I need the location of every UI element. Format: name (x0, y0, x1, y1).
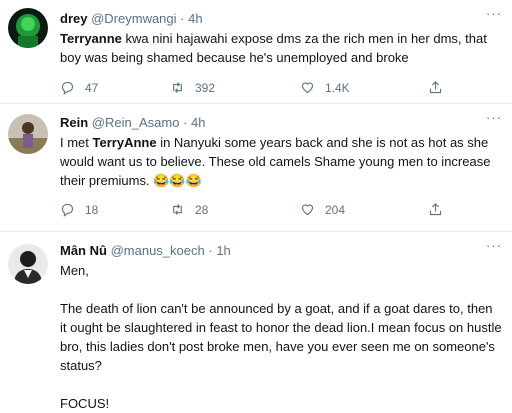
tweet-actions: 47 392 1.4K (60, 80, 460, 98)
user-handle[interactable]: @Dreymwangi (91, 11, 176, 26)
share-icon (429, 81, 442, 94)
tweet-text-line-3: FOCUS! (60, 396, 110, 411)
avatar[interactable] (8, 244, 48, 284)
tweet-actions: 18 28 204 (60, 202, 460, 220)
more-options-button[interactable]: ··· (486, 6, 502, 21)
share-button[interactable] (428, 80, 443, 100)
tweet-drey[interactable]: drey @Dreymwangi · 4h Terryanne kwa nini… (0, 0, 512, 104)
retweet-button[interactable]: 28 (170, 202, 208, 217)
separator: · (183, 115, 188, 130)
reply-icon (61, 81, 74, 95)
heart-icon (301, 82, 314, 94)
retweet-count: 28 (195, 202, 209, 217)
retweet-icon (173, 204, 182, 215)
tweet-header: Rein @Rein_Asamo · 4h (60, 114, 502, 131)
timestamp[interactable]: 4h (191, 115, 205, 130)
mention-terryanne: TerryAnne (92, 135, 157, 150)
tweet-text-line-1: Men, (60, 263, 89, 278)
display-name[interactable]: drey (60, 11, 87, 26)
share-button[interactable] (428, 202, 443, 222)
user-handle[interactable]: @Rein_Asamo (92, 115, 180, 130)
display-name[interactable]: Mân Nû (60, 243, 107, 258)
user-handle[interactable]: @manus_koech (111, 243, 205, 258)
like-button[interactable]: 1.4K (300, 80, 350, 95)
more-options-button[interactable]: ··· (486, 238, 502, 253)
like-button[interactable]: 204 (300, 202, 345, 217)
tweet-manus[interactable]: Mân Nû @manus_koech · 1h Men, The death … (0, 232, 512, 411)
tweet-text-body: kwa nini hajawahi expose dms za the rich… (60, 31, 487, 65)
heart-icon (301, 204, 314, 216)
reply-icon (61, 203, 74, 217)
reply-button[interactable]: 47 (60, 80, 98, 95)
separator: · (180, 11, 185, 26)
laughing-emoji: 😂😂😂 (153, 173, 202, 188)
tweet-text: I met TerryAnne in Nanyuki some years ba… (60, 133, 502, 190)
tweet-header: Mân Nû @manus_koech · 1h (60, 242, 502, 259)
share-icon (429, 203, 442, 216)
retweet-icon (173, 82, 182, 93)
timestamp[interactable]: 1h (216, 243, 230, 258)
reply-count: 18 (85, 202, 99, 217)
tweet-text-line-2: The death of lion can't be announced by … (60, 301, 502, 373)
tweet-text-start: I met (60, 135, 93, 150)
display-name[interactable]: Rein (60, 115, 88, 130)
more-options-button[interactable]: ··· (486, 110, 502, 125)
tweet-text: Terryanne kwa nini hajawahi expose dms z… (60, 29, 502, 67)
like-count: 204 (325, 202, 346, 217)
mention-terryanne: Terryanne (60, 31, 122, 46)
like-count: 1.4K (325, 80, 350, 95)
tweet-rein[interactable]: Rein @Rein_Asamo · 4h I met TerryAnne in… (0, 104, 512, 232)
separator: · (208, 243, 213, 258)
timestamp[interactable]: 4h (188, 11, 202, 26)
avatar[interactable] (8, 114, 48, 154)
reply-count: 47 (85, 80, 99, 95)
retweet-count: 392 (195, 80, 216, 95)
avatar[interactable] (8, 8, 48, 48)
retweet-button[interactable]: 392 (170, 80, 215, 95)
tweet-header: drey @Dreymwangi · 4h (60, 10, 502, 27)
reply-button[interactable]: 18 (60, 202, 98, 217)
